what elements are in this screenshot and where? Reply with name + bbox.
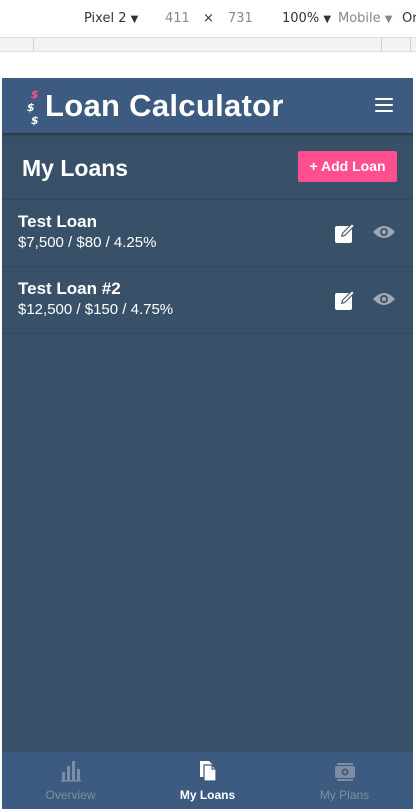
- media-query-ruler: [0, 37, 416, 52]
- chevron-down-icon: ▼: [384, 14, 393, 25]
- device-label: Pixel 2: [84, 11, 127, 26]
- loan-name: Test Loan: [18, 212, 98, 231]
- loan-list-item[interactable]: Test Loan $7,500 / $80 / 4.25%: [2, 200, 413, 267]
- dimension-separator: ×: [203, 11, 214, 26]
- nav-item-my-loans[interactable]: My Loans: [139, 752, 276, 809]
- eye-icon[interactable]: [372, 224, 396, 240]
- loan-list-item[interactable]: Test Loan #2 $12,500 / $150 / 4.75%: [2, 267, 413, 334]
- nav-item-overview[interactable]: Overview: [2, 752, 139, 809]
- loan-summary: $7,500 / $80 / 4.25%: [18, 234, 157, 251]
- device-select[interactable]: Pixel 2 ▼: [84, 11, 138, 28]
- nav-label: Overview: [45, 788, 96, 802]
- overflow-text: Or: [402, 11, 416, 26]
- bar-chart-icon: [61, 761, 81, 782]
- eye-icon[interactable]: [372, 291, 396, 307]
- app-title: Loan Calculator: [45, 88, 284, 123]
- edit-icon[interactable]: [334, 222, 356, 244]
- loan-summary: $12,500 / $150 / 4.75%: [18, 301, 174, 318]
- section-header: My Loans + Add Loan: [2, 133, 413, 200]
- dollar-logo-icon: $ $ $: [24, 84, 44, 128]
- chevron-down-icon: ▼: [130, 14, 139, 25]
- nav-label: My Loans: [179, 788, 236, 802]
- mode-select[interactable]: Mobile ▼: [338, 11, 393, 28]
- loan-name: Test Loan #2: [18, 279, 121, 298]
- bottom-navigation: Overview My Loans My Plans: [2, 752, 413, 809]
- money-icon: [335, 763, 355, 781]
- logo-char: $: [31, 114, 39, 127]
- phone-viewport: $ $ $ Loan Calculator My Loans + Add Loa…: [2, 78, 413, 809]
- page-title: My Loans: [22, 155, 129, 181]
- nav-item-my-plans[interactable]: My Plans: [276, 752, 413, 809]
- edit-icon[interactable]: [334, 289, 356, 311]
- height-field[interactable]: 731: [228, 11, 253, 27]
- logo-char: $: [27, 101, 35, 114]
- zoom-label: 100%: [282, 11, 320, 26]
- documents-icon: [200, 761, 217, 782]
- chevron-down-icon: ▼: [323, 14, 332, 25]
- logo-char: $: [31, 88, 39, 101]
- nav-label: My Plans: [319, 788, 370, 802]
- zoom-select[interactable]: 100% ▼: [282, 11, 331, 28]
- add-loan-button[interactable]: + Add Loan: [298, 151, 397, 182]
- viewport-gap: [0, 52, 416, 78]
- app-header: $ $ $ Loan Calculator: [2, 78, 413, 133]
- mode-label: Mobile: [338, 11, 381, 26]
- hamburger-menu-button[interactable]: [373, 98, 395, 114]
- width-field[interactable]: 411: [165, 11, 190, 27]
- devtools-toolbar: Pixel 2 ▼ 411 × 731 100% ▼ Mobile ▼ Or: [0, 0, 416, 37]
